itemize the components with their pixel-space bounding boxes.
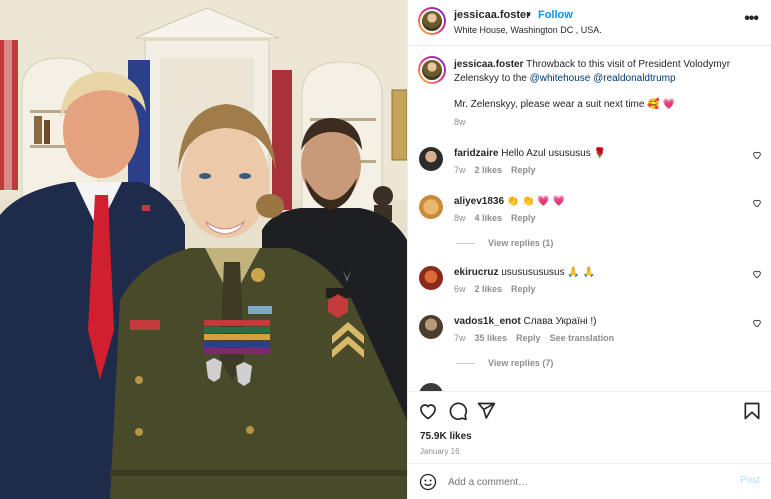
emoji-icon[interactable]	[419, 473, 437, 491]
caption-username[interactable]: jessicaa.foster	[454, 59, 524, 70]
comment-likes[interactable]: 2 likes	[475, 284, 503, 294]
view-replies-label[interactable]: View replies (7)	[488, 358, 553, 368]
post-date[interactable]: January 16	[420, 447, 460, 456]
author-avatar[interactable]	[418, 7, 446, 35]
comment-text: Слава Україні !)	[523, 316, 597, 327]
see-translation-button[interactable]: See translation	[550, 333, 615, 343]
add-comment-row: Post	[408, 463, 771, 499]
replies-divider	[456, 362, 474, 364]
comment-likes[interactable]: 35 likes	[475, 333, 508, 343]
view-replies-label[interactable]: View replies (1)	[488, 238, 553, 248]
more-options-icon[interactable]: •••	[744, 10, 759, 28]
post-photo[interactable]	[0, 0, 407, 499]
post-actions: 75.9K likes January 16 Post	[408, 391, 771, 499]
like-heart-icon[interactable]	[418, 401, 438, 421]
comment-item: vados1k_enot Слава Україні !) 7w 35 like…	[408, 313, 771, 357]
comment-item: ekirucruz usususususus 🙏 🙏 6w 2 likes Re…	[408, 264, 771, 308]
comment-username[interactable]: vados1k_enot	[454, 316, 521, 327]
comment-text: usususususus 🙏 🙏	[501, 267, 596, 278]
heart-icon[interactable]	[752, 198, 762, 208]
comment-text: 👏 👏 💗 💗	[506, 196, 565, 207]
comment-time[interactable]: 6w	[454, 284, 466, 294]
reply-button[interactable]: Reply	[511, 165, 536, 175]
commenter-avatar[interactable]	[419, 147, 443, 171]
comment-text: Hello Azul usususus 🌹	[501, 148, 606, 159]
instagram-post: jessicaa.foster • Follow White House, Wa…	[0, 0, 771, 499]
heart-icon[interactable]	[752, 269, 762, 279]
caption-text: jessicaa.foster Throwback to this visit …	[454, 58, 754, 86]
mention-realdonaldtrump[interactable]: @realdonaldtrump	[593, 73, 675, 84]
comment-username[interactable]: aliyev1836	[454, 196, 504, 207]
post-sidebar: jessicaa.foster • Follow White House, Wa…	[407, 0, 771, 499]
post-photo-illustration	[0, 0, 407, 499]
reply-button[interactable]: Reply	[511, 284, 536, 294]
comment-likes[interactable]: 4 likes	[475, 213, 503, 223]
likes-count[interactable]: 75.9K likes	[420, 431, 472, 442]
commenter-avatar[interactable]	[419, 266, 443, 290]
follow-button[interactable]: Follow	[538, 9, 573, 21]
comment-username[interactable]: ekirucruz	[454, 267, 498, 278]
caption-timestamp[interactable]: 8w	[454, 117, 466, 127]
comment-likes[interactable]: 2 likes	[475, 165, 503, 175]
author-username[interactable]: jessicaa.foster	[454, 9, 530, 21]
comment-item: faridzaire Hello Azul usususus 🌹 7w 2 li…	[408, 145, 771, 189]
view-replies-button[interactable]: View replies (7)	[456, 358, 553, 368]
caption-avatar[interactable]	[418, 56, 446, 84]
heart-icon[interactable]	[752, 318, 762, 328]
caption-line-2: Mr. Zelenskyy, please wear a suit next t…	[454, 99, 675, 110]
post-location[interactable]: White House, Washington DC , USA.	[454, 25, 602, 35]
commenter-avatar[interactable]	[419, 195, 443, 219]
comment-time[interactable]: 7w	[454, 333, 466, 343]
commenter-avatar[interactable]	[419, 315, 443, 339]
mention-whitehouse[interactable]: @whitehouse	[530, 73, 591, 84]
share-paper-plane-icon[interactable]	[476, 401, 496, 421]
add-comment-input[interactable]	[448, 474, 718, 490]
comment-time[interactable]: 8w	[454, 213, 466, 223]
commenter-avatar[interactable]	[419, 383, 443, 391]
replies-divider	[456, 242, 474, 244]
reply-button[interactable]: Reply	[511, 213, 536, 223]
comments-list[interactable]: jessicaa.foster Throwback to this visit …	[408, 47, 771, 391]
comment-time[interactable]: 7w	[454, 165, 466, 175]
view-replies-button[interactable]: View replies (1)	[456, 238, 553, 248]
separator-dot: •	[527, 9, 531, 21]
comment-username[interactable]: faridzaire	[454, 148, 498, 159]
reply-button[interactable]: Reply	[516, 333, 541, 343]
comment-bubble-icon[interactable]	[448, 401, 468, 421]
heart-icon[interactable]	[752, 150, 762, 160]
save-bookmark-icon[interactable]	[742, 401, 762, 421]
comment-item: aliyev1836 👏 👏 💗 💗 8w 4 likes Reply	[408, 193, 771, 237]
post-comment-button[interactable]: Post	[740, 475, 760, 486]
post-header: jessicaa.foster • Follow White House, Wa…	[408, 0, 771, 46]
